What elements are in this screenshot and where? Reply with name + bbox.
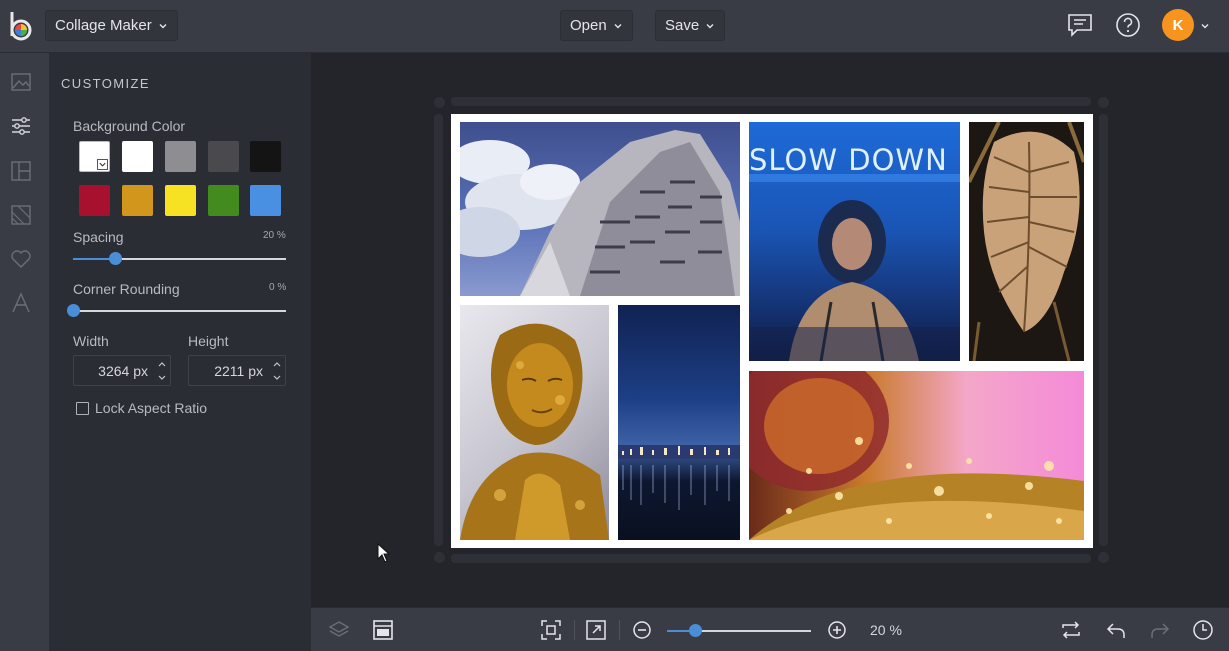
zoom-slider-thumb[interactable] [689, 624, 703, 637]
city-night-photo [618, 445, 740, 510]
spacing-value: 20 % [263, 230, 286, 241]
corner-handle-tr[interactable] [1098, 97, 1109, 108]
building-photo [460, 130, 740, 296]
color-swatch[interactable] [165, 141, 196, 172]
spacing-label: Spacing [73, 229, 124, 245]
color-swatch[interactable] [208, 185, 239, 216]
width-unit: px [133, 362, 148, 379]
collage-cell-glitter[interactable] [749, 371, 1084, 540]
color-swatch[interactable] [250, 141, 281, 172]
redo-icon [1151, 623, 1170, 638]
height-input[interactable]: 2211 px [188, 355, 286, 386]
zoom-in-icon[interactable] [826, 619, 848, 641]
fit-to-screen-icon[interactable] [540, 619, 562, 641]
chevron-down-icon [706, 23, 714, 28]
lock-aspect-ratio-label[interactable]: Lock Aspect Ratio [95, 400, 207, 416]
tool-rail [0, 53, 49, 651]
open-label: Open [570, 17, 607, 34]
swap-icon[interactable] [1060, 619, 1082, 641]
corner-handle-br[interactable] [1098, 552, 1109, 563]
bottom-resize-handle[interactable] [451, 554, 1091, 563]
gold-portrait-photo [460, 323, 609, 540]
height-value: 2211 [214, 362, 245, 379]
lock-aspect-ratio-checkbox[interactable] [76, 402, 89, 415]
color-swatch[interactable] [165, 185, 196, 216]
svg-text:SLOW DOWN: SLOW DOWN [749, 143, 948, 177]
bottom-toolbar: 20 % [311, 607, 1229, 651]
corner-rounding-label: Corner Rounding [73, 281, 180, 297]
height-label: Height [188, 333, 229, 349]
dropdown-corner-icon [97, 159, 108, 170]
spacing-slider-thumb[interactable] [109, 252, 123, 265]
help-icon[interactable] [1115, 12, 1141, 38]
account-chevron-down-icon[interactable] [1200, 21, 1210, 31]
panel-title: CUSTOMIZE [61, 76, 150, 91]
user-avatar[interactable]: K [1162, 9, 1194, 41]
history-icon[interactable] [1192, 619, 1214, 641]
layers-icon[interactable] [328, 619, 350, 641]
app-selector-dropdown[interactable]: Collage Maker [45, 10, 178, 41]
collage-cell-leaf[interactable] [969, 122, 1084, 361]
spacing-slider[interactable] [73, 252, 286, 265]
width-value: 3264 [98, 362, 130, 379]
save-menu-button[interactable]: Save [655, 10, 726, 41]
expand-icon[interactable] [585, 619, 607, 641]
corner-rounding-value: 0 % [269, 282, 287, 293]
width-input[interactable]: 3264 px [73, 355, 171, 386]
mouse-cursor-icon [377, 543, 391, 563]
color-swatch[interactable] [122, 185, 153, 216]
color-swatch[interactable] [208, 141, 239, 172]
top-resize-handle[interactable] [451, 97, 1091, 106]
app-title: Collage Maker [55, 17, 152, 34]
glitter-jar-photo [749, 371, 1084, 540]
collage-cell-building[interactable] [460, 122, 740, 296]
befunky-logo-icon[interactable] [8, 10, 36, 42]
collage-cell-neon[interactable]: SLOW DOWN [749, 122, 960, 361]
zoom-value: 20 % [870, 622, 902, 638]
collage-canvas: SLOW DOWN [451, 114, 1093, 548]
corner-handle-bl[interactable] [434, 552, 445, 563]
template-icon[interactable] [372, 619, 394, 641]
avatar-initial: K [1172, 16, 1184, 34]
open-menu-button[interactable]: Open [560, 10, 633, 41]
undo-icon[interactable] [1105, 619, 1127, 641]
customize-panel: CUSTOMIZE Background Color Spacing 20 % … [49, 53, 311, 651]
golden-leaf-photo [969, 122, 1084, 361]
toolbar-divider [619, 620, 620, 640]
background-color-label: Background Color [73, 118, 186, 134]
feedback-icon[interactable] [1067, 12, 1093, 38]
collage-cell-city[interactable] [618, 305, 740, 540]
corner-handle-tl[interactable] [434, 97, 445, 108]
layout-icon[interactable] [10, 160, 32, 182]
collage-cell-gold-portrait[interactable] [460, 305, 609, 540]
heart-icon[interactable] [10, 248, 32, 270]
toolbar-divider [574, 620, 575, 640]
sliders-icon[interactable] [10, 115, 32, 137]
width-label: Width [73, 333, 109, 349]
text-icon[interactable] [10, 292, 32, 314]
right-resize-handle[interactable] [1099, 114, 1108, 546]
top-bar: Collage Maker Open Save K [0, 0, 1229, 53]
height-stepper-icon[interactable] [272, 359, 282, 383]
zoom-out-icon[interactable] [631, 619, 653, 641]
zoom-slider[interactable] [667, 624, 811, 637]
neon-portrait-photo: SLOW DOWN [749, 143, 960, 361]
color-swatch[interactable] [122, 141, 153, 172]
color-swatch[interactable] [79, 185, 110, 216]
background-icon[interactable] [10, 204, 32, 226]
color-swatch[interactable] [250, 185, 281, 216]
corner-slider-thumb[interactable] [66, 304, 80, 317]
chevron-down-icon [614, 23, 622, 28]
image-icon[interactable] [10, 71, 32, 93]
chevron-down-icon [159, 23, 167, 28]
height-unit: px [248, 362, 263, 379]
width-stepper-icon[interactable] [157, 359, 167, 383]
left-resize-handle[interactable] [434, 114, 443, 546]
corner-rounding-slider[interactable] [66, 304, 286, 317]
color-swatch[interactable] [79, 141, 110, 172]
save-label: Save [665, 17, 700, 34]
